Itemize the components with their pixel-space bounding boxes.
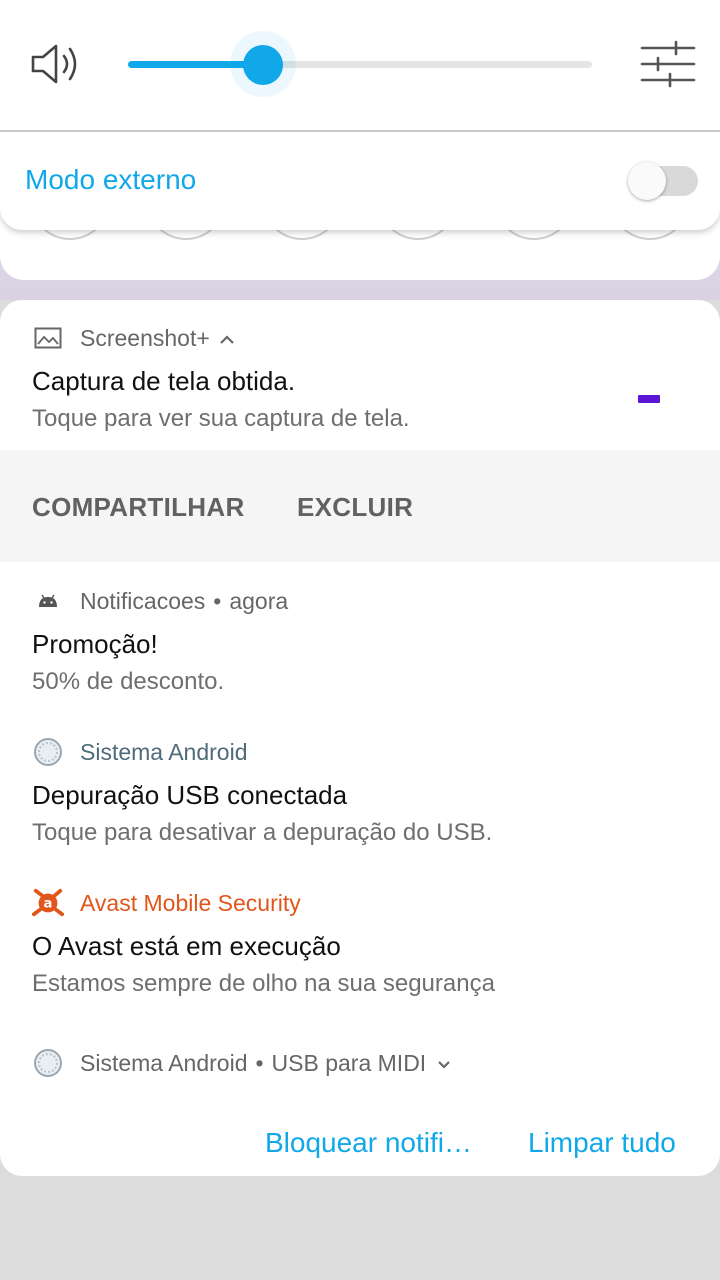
app-name: Sistema Android <box>80 1049 248 1076</box>
notification-panel: Screenshot+ Captura de tela obtida. Toqu… <box>0 300 720 1176</box>
toggle-knob <box>628 162 666 200</box>
volume-slider-thumb[interactable] <box>242 45 283 85</box>
app-name: Avast Mobile Security <box>80 889 301 916</box>
notification-actions: COMPARTILHAR EXCLUIR <box>0 450 720 562</box>
volume-panel: Modo externo <box>0 0 720 230</box>
notification-subtext: USB para MIDI <box>271 1049 427 1076</box>
external-mode-label[interactable]: Modo externo <box>25 164 196 196</box>
system-gear-icon <box>32 738 64 766</box>
sliders-icon[interactable] <box>640 40 696 88</box>
notification-title: O Avast está em execução <box>32 931 341 961</box>
clear-all-button[interactable]: Limpar tudo <box>528 1127 676 1159</box>
share-button[interactable]: COMPARTILHAR <box>32 492 245 523</box>
block-notifications-button[interactable]: Bloquear notifi… <box>265 1127 472 1159</box>
screenshot-thumbnail[interactable] <box>638 395 660 403</box>
notification-header: Sistema Android • USB para MIDI <box>32 1049 452 1077</box>
notification-text: Toque para desativar a depuração do USB. <box>32 819 493 846</box>
separator-dot: • <box>213 587 222 614</box>
android-icon <box>32 587 64 615</box>
app-name: Sistema Android <box>80 738 248 765</box>
separator-dot: • <box>255 1049 264 1076</box>
expand-chevron-icon[interactable] <box>218 325 236 352</box>
app-name: Notificacoes <box>80 587 206 614</box>
speaker-icon[interactable] <box>30 40 82 88</box>
volume-divider <box>0 130 720 132</box>
notification-text: 50% de desconto. <box>32 668 225 695</box>
notification-time: agora <box>229 587 289 614</box>
delete-button[interactable]: EXCLUIR <box>297 492 413 523</box>
notification-text: Estamos sempre de olho na sua segurança <box>32 970 495 997</box>
app-name: Screenshot+ <box>80 324 210 351</box>
external-mode-toggle[interactable] <box>628 162 698 200</box>
system-gear-icon <box>32 1049 64 1077</box>
image-icon <box>32 324 64 352</box>
svg-text:a: a <box>44 897 53 912</box>
volume-slider[interactable] <box>128 31 592 97</box>
notification-header: a Avast Mobile Security <box>32 888 301 917</box>
notification-header: Notificacoes • agora <box>32 587 288 615</box>
expand-chevron-icon[interactable] <box>436 1050 452 1077</box>
volume-row <box>0 0 720 130</box>
avast-icon: a <box>32 888 64 917</box>
notification-title: Promoção! <box>32 629 158 659</box>
notification-text: Toque para ver sua captura de tela. <box>32 405 410 432</box>
notification-header: Sistema Android <box>32 738 247 766</box>
notification-header: Screenshot+ <box>32 324 236 352</box>
notification-title: Depuração USB conectada <box>32 780 348 810</box>
notification-title: Captura de tela obtida. <box>32 366 296 396</box>
